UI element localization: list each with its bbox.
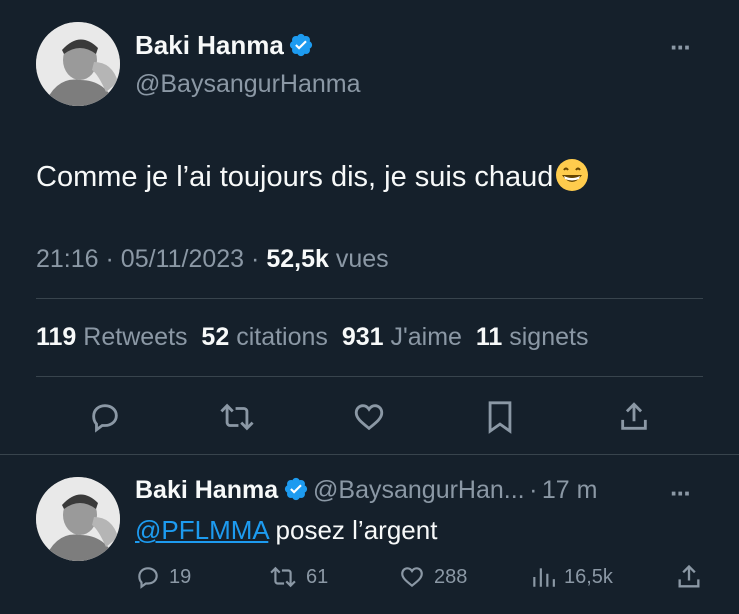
likes-stat[interactable]: 931 J'aime bbox=[342, 323, 462, 351]
verified-badge-icon bbox=[284, 477, 307, 501]
author-handle[interactable]: @BaysangurHanma bbox=[135, 70, 361, 99]
share-icon[interactable] bbox=[617, 400, 651, 434]
reply-like-button[interactable]: 288 bbox=[398, 564, 467, 590]
bookmarks-count: 11 bbox=[475, 323, 503, 351]
reply-separator: · bbox=[529, 476, 538, 504]
author-name[interactable]: Baki Hanma bbox=[135, 30, 284, 60]
divider bbox=[0, 454, 739, 455]
reply-count: 19 bbox=[169, 565, 192, 588]
author-header: Baki Hanma bbox=[135, 30, 314, 61]
retweet-count: 61 bbox=[306, 565, 329, 588]
reply-author-handle[interactable]: @BaysangurHan... bbox=[313, 476, 525, 504]
tweet-text-container: Comme je l’ai toujours dis, je suis chau… bbox=[36, 158, 589, 194]
like-count: 288 bbox=[434, 565, 468, 588]
tweet-text: Comme je l’ai toujours dis, je suis chau… bbox=[36, 161, 554, 193]
divider bbox=[36, 298, 703, 299]
quotes-stat[interactable]: 52 citations bbox=[201, 323, 327, 351]
quotes-count: 52 bbox=[201, 323, 230, 351]
retweets-label: Retweets bbox=[83, 323, 188, 351]
retweet-icon[interactable] bbox=[218, 400, 256, 434]
views-count-small: 16,5k bbox=[564, 565, 613, 588]
reply-reply-button[interactable]: 19 bbox=[135, 564, 191, 590]
bookmark-icon[interactable] bbox=[485, 400, 515, 434]
author-avatar[interactable] bbox=[36, 22, 120, 106]
bookmarks-label: signets bbox=[509, 323, 589, 351]
reply-more-options-icon[interactable]: ··· bbox=[670, 478, 692, 509]
verified-badge-icon bbox=[290, 33, 313, 57]
meta-separator: · bbox=[251, 245, 260, 273]
views-label: vues bbox=[335, 245, 389, 273]
quotes-label: citations bbox=[236, 323, 328, 351]
likes-label: J'aime bbox=[390, 323, 462, 351]
grinning-emoji-icon bbox=[555, 158, 589, 192]
divider bbox=[36, 376, 703, 377]
reply-icon bbox=[138, 567, 158, 589]
bookmarks-stat[interactable]: 11 signets bbox=[476, 323, 589, 351]
views-chart-icon bbox=[533, 568, 555, 587]
reply-share-icon[interactable] bbox=[675, 563, 703, 591]
like-icon[interactable] bbox=[352, 400, 386, 434]
meta-separator: · bbox=[105, 245, 114, 273]
views-count: 52,5k bbox=[266, 245, 329, 273]
reply-retweet-button[interactable]: 61 bbox=[268, 564, 328, 590]
reply-icon[interactable] bbox=[88, 400, 122, 434]
tweet-meta: 21:16 · 05/11/2023 · 52,5k vues bbox=[36, 245, 389, 274]
more-options-icon[interactable]: ··· bbox=[670, 32, 692, 63]
reply-views-button[interactable]: 16,5k bbox=[530, 564, 613, 590]
tweet-stats: 119 Retweets 52 citations 931 J'aime 11 … bbox=[36, 323, 588, 352]
reply-text-container: @PFLMMA posez l’argent bbox=[135, 515, 437, 546]
tweet-date[interactable]: 05/11/2023 bbox=[121, 245, 244, 273]
retweet-icon bbox=[270, 566, 296, 588]
reply-author-name[interactable]: Baki Hanma bbox=[135, 476, 278, 504]
like-icon bbox=[401, 567, 423, 588]
reply-text: posez l’argent bbox=[275, 515, 438, 545]
reply-time[interactable]: 17 m bbox=[542, 476, 598, 504]
likes-count: 931 bbox=[341, 323, 384, 351]
retweets-stat[interactable]: 119 Retweets bbox=[36, 323, 188, 351]
retweets-count: 119 bbox=[36, 323, 77, 351]
reply-author-avatar[interactable] bbox=[36, 477, 120, 561]
tweet-time[interactable]: 21:16 bbox=[36, 245, 99, 273]
mention-link[interactable]: @PFLMMA bbox=[135, 515, 268, 545]
reply-header: Baki Hanma @BaysangurHan... · 17 m bbox=[135, 476, 597, 505]
